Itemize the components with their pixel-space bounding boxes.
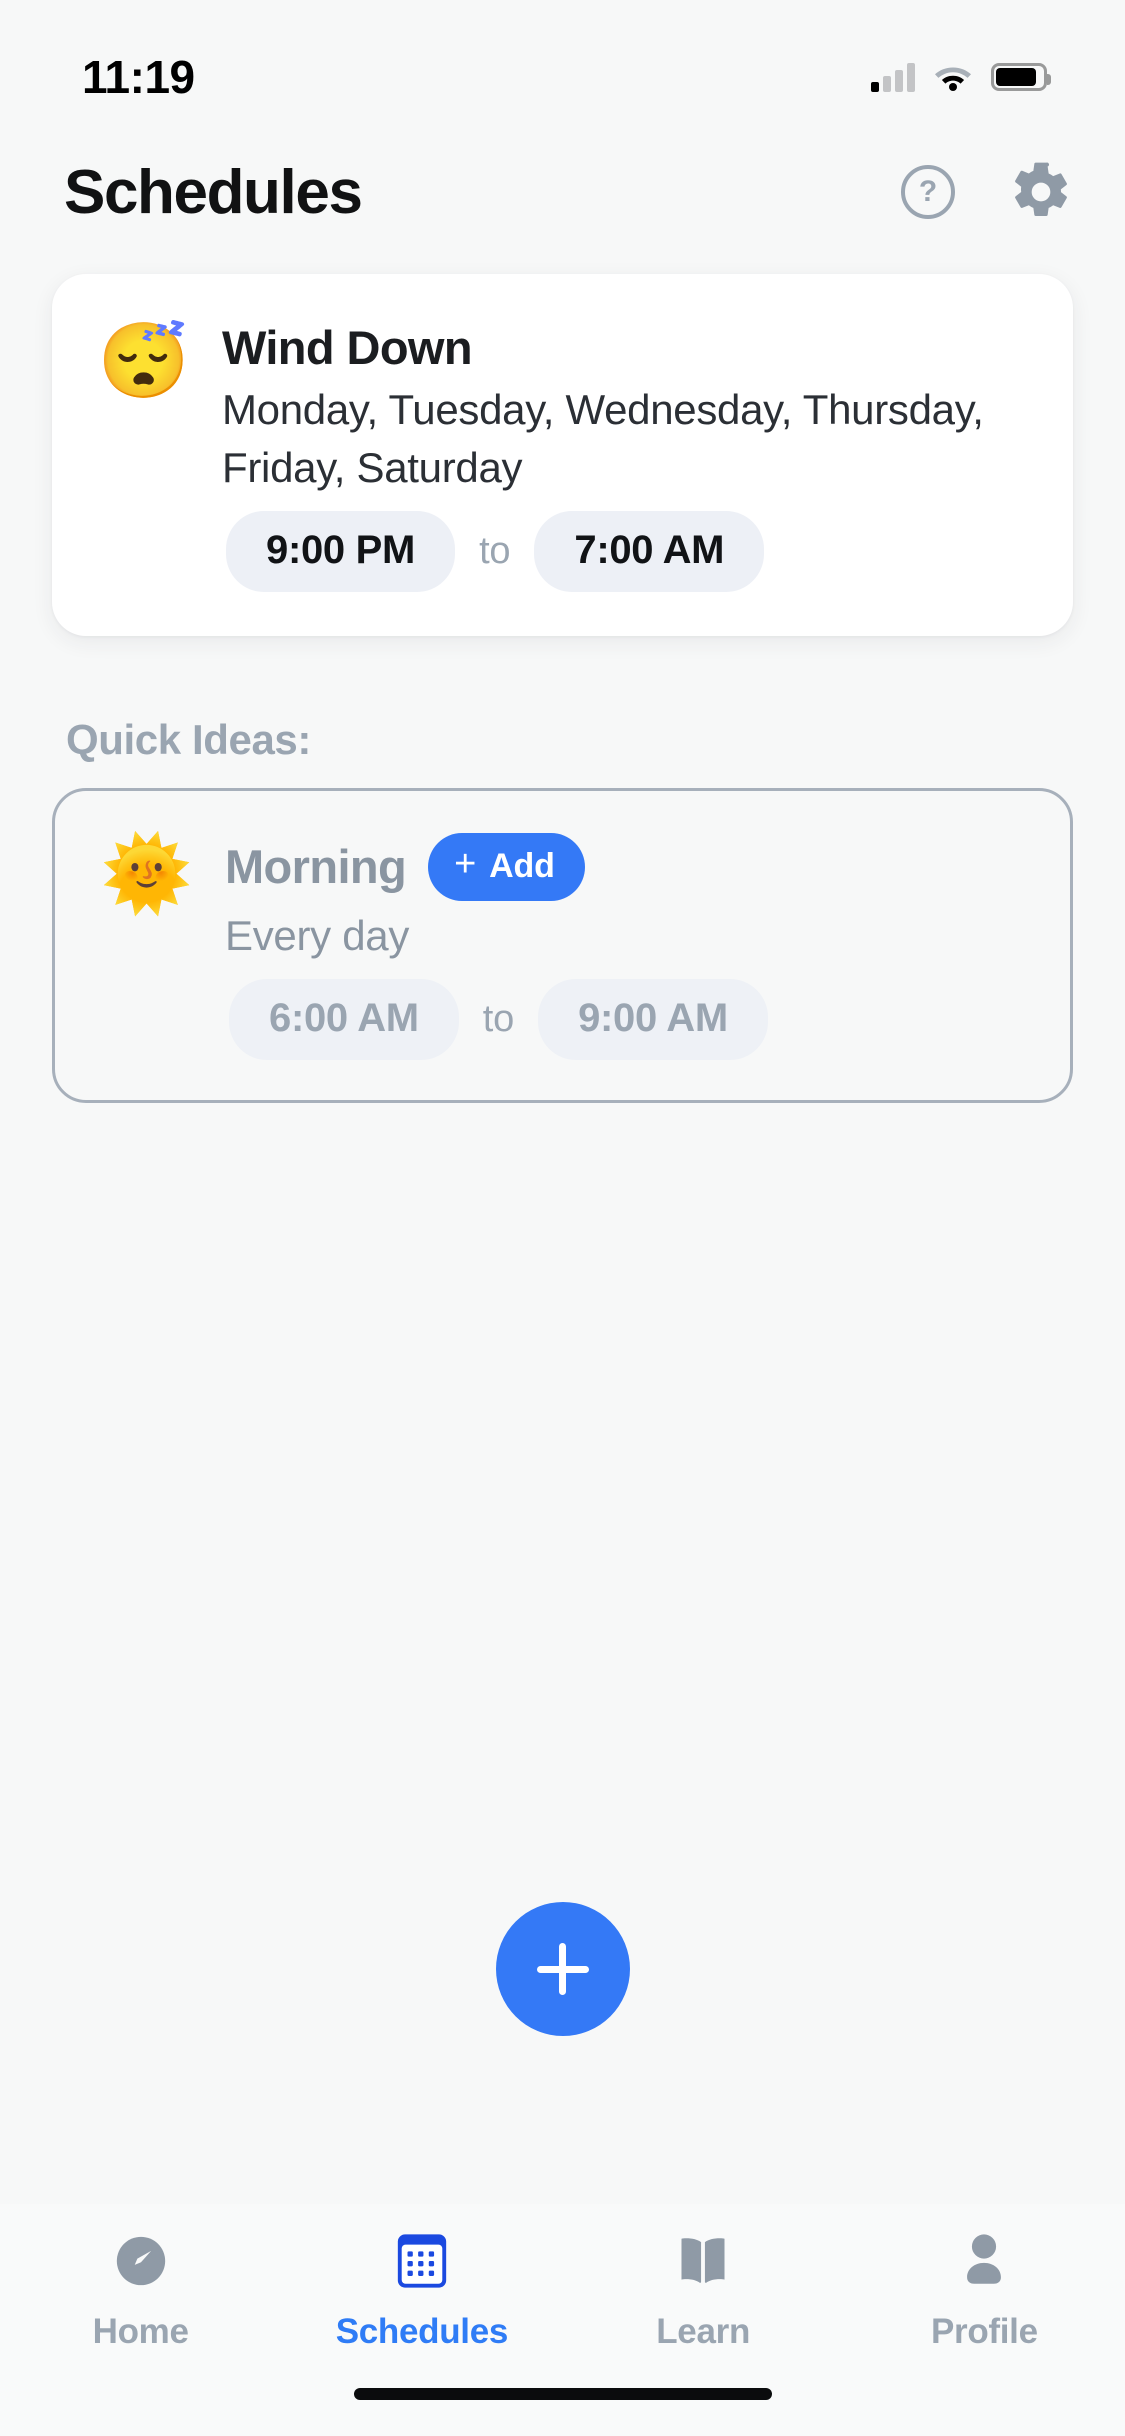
plus-icon: + <box>454 843 477 886</box>
help-button[interactable]: ? <box>901 165 955 219</box>
tab-profile[interactable]: Profile <box>844 2230 1125 2352</box>
wifi-icon <box>934 63 972 91</box>
home-indicator[interactable] <box>353 2388 772 2400</box>
fab-container <box>0 1902 1125 2036</box>
sun-with-face-emoji: 🌞 <box>100 831 194 915</box>
settings-button[interactable] <box>1009 160 1073 224</box>
tab-schedules[interactable]: Schedules <box>281 2230 562 2352</box>
status-bar: 11:19 <box>0 0 1125 132</box>
schedule-card-body: Wind Down Monday, Tuesday, Wednesday, Th… <box>222 320 1031 592</box>
quick-ideas-label: Quick Ideas: <box>66 715 311 763</box>
schedule-title-row: Wind Down <box>222 320 1031 375</box>
app-screen: 11:19 Schedules ? 😴 Wind Down Monday, Tu… <box>0 0 1125 2436</box>
cellular-signal-icon <box>871 62 915 92</box>
schedule-times: 9:00 PM to 7:00 AM <box>222 510 1031 592</box>
add-button-label: Add <box>489 846 555 885</box>
add-quick-idea-button[interactable]: + Add <box>428 832 585 901</box>
bottom-tab-bar: Home Schedules Learn Profile <box>0 2204 1125 2436</box>
tab-learn-label: Learn <box>656 2312 751 2351</box>
schedule-start-time[interactable]: 9:00 PM <box>226 510 456 592</box>
schedule-days: Monday, Tuesday, Wednesday, Thursday, Fr… <box>222 386 984 491</box>
quick-idea-times: 6:00 AM to 9:00 AM <box>225 978 1028 1060</box>
tab-home-label: Home <box>92 2312 189 2351</box>
tab-learn[interactable]: Learn <box>563 2230 844 2352</box>
schedule-end-time[interactable]: 7:00 AM <box>534 510 765 592</box>
quick-idea-start-time: 6:00 AM <box>229 978 459 1060</box>
quick-idea-card[interactable]: 🌞 Morning + Add Every day 6:00 AM to 9:0… <box>52 787 1073 1103</box>
status-bar-indicators <box>871 62 1051 92</box>
page-header: Schedules ? <box>0 132 1125 252</box>
add-schedule-fab[interactable] <box>495 1902 630 2036</box>
quick-idea-title-row: Morning + Add <box>225 832 1028 901</box>
quick-idea-card-body: Morning + Add Every day 6:00 AM to 9:00 … <box>225 832 1028 1060</box>
sleeping-face-emoji: 😴 <box>97 319 191 402</box>
tab-schedules-label: Schedules <box>335 2312 509 2351</box>
tab-home[interactable]: Home <box>0 2230 281 2352</box>
quick-idea-time-separator: to <box>482 997 515 1040</box>
gear-icon <box>1015 162 1067 216</box>
calendar-icon <box>395 2230 449 2292</box>
battery-icon <box>991 63 1051 91</box>
quick-idea-days: Every day <box>225 911 410 959</box>
schedule-title: Wind Down <box>222 321 473 374</box>
person-icon <box>958 2230 1010 2292</box>
speedometer-icon <box>112 2230 170 2292</box>
help-circle-icon: ? <box>901 165 955 219</box>
schedule-card[interactable]: 😴 Wind Down Monday, Tuesday, Wednesday, … <box>52 274 1073 636</box>
tab-profile-label: Profile <box>930 2312 1038 2351</box>
open-book-icon <box>674 2230 732 2292</box>
main-content: 😴 Wind Down Monday, Tuesday, Wednesday, … <box>0 252 1125 2204</box>
page-title: Schedules <box>64 157 363 227</box>
quick-idea-title: Morning <box>225 840 407 894</box>
status-bar-time: 11:19 <box>82 51 195 103</box>
quick-idea-end-time: 9:00 AM <box>538 978 768 1060</box>
plus-icon-vertical <box>559 1943 566 1995</box>
schedule-time-separator: to <box>479 529 511 572</box>
header-actions: ? <box>901 160 1073 224</box>
